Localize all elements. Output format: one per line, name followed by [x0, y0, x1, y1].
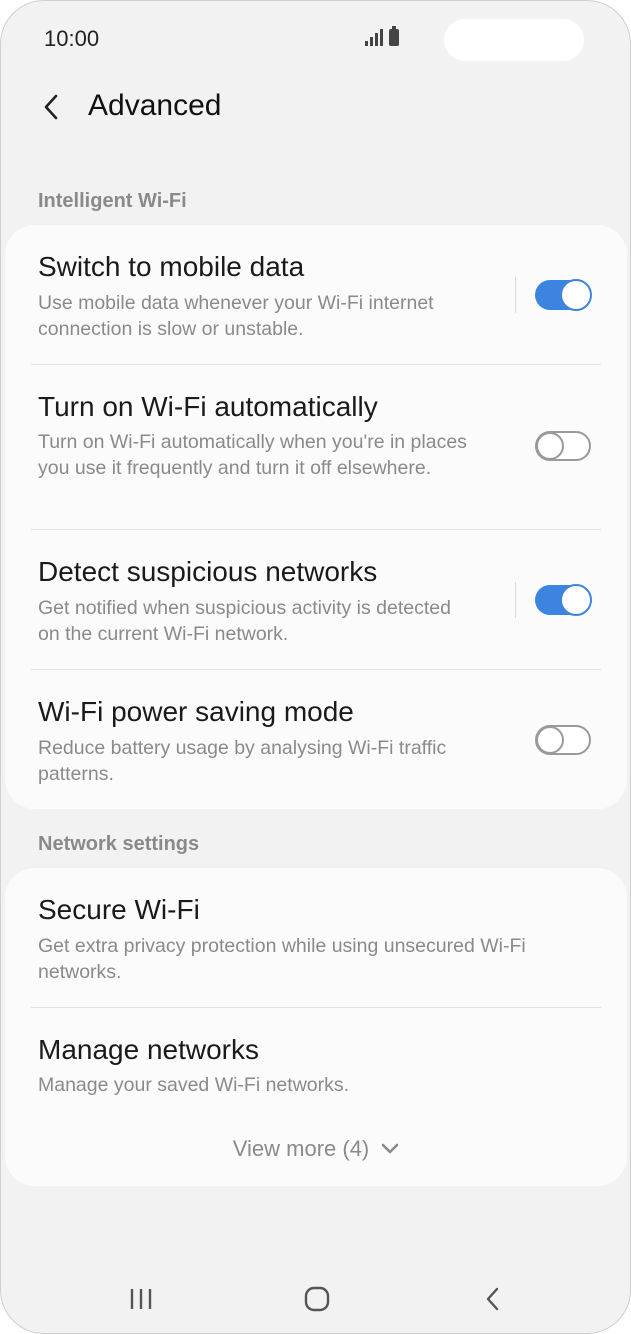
chevron-down-icon: [381, 1143, 399, 1154]
setting-turn-on-wifi-automatically[interactable]: Turn on Wi-Fi automatically Turn on Wi-F…: [5, 365, 627, 530]
setting-description: Manage your saved Wi-Fi networks.: [38, 1074, 350, 1096]
status-time: 10:00: [44, 26, 100, 51]
page-title: Advanced: [88, 89, 222, 122]
navigation-bar: [1, 1271, 630, 1331]
wifi-power-saving-mode-toggle[interactable]: [535, 725, 591, 755]
vertical-separator: [515, 582, 516, 618]
setting-secure-wifi[interactable]: Secure Wi-Fi Get extra privacy protectio…: [5, 868, 627, 1008]
phone-screen: 10:00 Advanced Intelligent Wi-Fi Switch …: [0, 0, 631, 1334]
chevron-left-icon: [44, 94, 58, 120]
back-icon: [486, 1287, 499, 1311]
setting-description: Turn on Wi-Fi automatically when you're …: [38, 431, 467, 479]
camera-cutout: [444, 19, 584, 61]
detect-suspicious-networks-toggle[interactable]: [535, 584, 592, 616]
nav-back-button[interactable]: [468, 1281, 518, 1317]
setting-wifi-power-saving-mode[interactable]: Wi-Fi power saving mode Reduce battery u…: [5, 670, 627, 809]
section-label-network-settings: Network settings: [38, 833, 200, 855]
turn-on-wifi-automatically-toggle[interactable]: [535, 431, 591, 461]
network-settings-card: Secure Wi-Fi Get extra privacy protectio…: [5, 868, 627, 1186]
section-label-intelligent-wifi: Intelligent Wi-Fi: [38, 190, 187, 212]
home-button[interactable]: [292, 1281, 342, 1317]
setting-manage-networks[interactable]: Manage networks Manage your saved Wi-Fi …: [5, 1008, 627, 1118]
view-more-button[interactable]: View more (4): [5, 1136, 627, 1162]
setting-title: Detect suspicious networks: [38, 556, 378, 587]
setting-description: Reduce battery usage by analysing Wi-Fi …: [38, 737, 447, 785]
setting-description: Use mobile data whenever your Wi-Fi inte…: [38, 292, 434, 340]
battery-icon: [389, 26, 399, 46]
intelligent-wifi-card: Switch to mobile data Use mobile data wh…: [5, 225, 627, 809]
status-bar: 10:00: [1, 1, 630, 79]
setting-detect-suspicious-networks[interactable]: Detect suspicious networks Get notified …: [5, 530, 627, 670]
setting-title: Turn on Wi-Fi automatically: [38, 391, 378, 422]
app-header: Advanced: [1, 79, 630, 139]
recent-apps-icon: [130, 1289, 152, 1309]
setting-title: Manage networks: [38, 1034, 260, 1065]
recent-apps-button[interactable]: [116, 1281, 166, 1317]
signal-icon: [365, 28, 383, 46]
setting-description: Get extra privacy protection while using…: [38, 935, 526, 983]
setting-title: Switch to mobile data: [38, 251, 305, 282]
setting-switch-to-mobile-data[interactable]: Switch to mobile data Use mobile data wh…: [5, 225, 627, 365]
setting-title: Secure Wi-Fi: [38, 894, 200, 925]
view-more-label: View more (4): [232, 1136, 370, 1161]
switch-to-mobile-data-toggle[interactable]: [535, 279, 592, 311]
setting-title: Wi-Fi power saving mode: [38, 696, 354, 727]
vertical-separator: [515, 277, 516, 313]
setting-description: Get notified when suspicious activity is…: [38, 597, 451, 645]
status-icons: [365, 26, 399, 46]
home-icon: [304, 1286, 330, 1312]
back-button[interactable]: [31, 87, 71, 127]
